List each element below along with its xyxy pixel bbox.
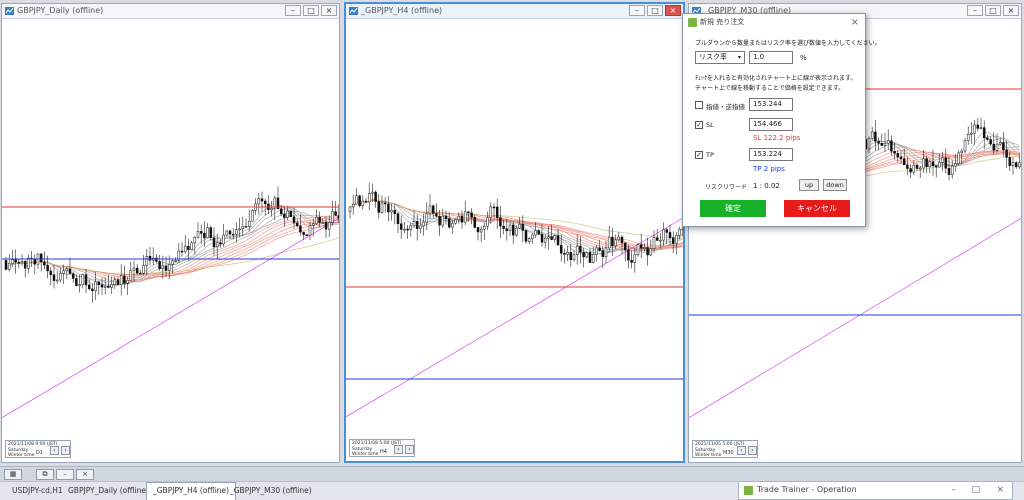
- maximize-icon[interactable]: □: [985, 5, 1001, 16]
- close-icon[interactable]: ×: [996, 482, 1004, 498]
- dialog-title: 新規 売り注文: [700, 18, 745, 26]
- app-icon: [744, 486, 753, 495]
- terminal-workspace: GBPJPY_Daily (offline) – □ × 2021/11/08 …: [0, 0, 1024, 500]
- restore-icon[interactable]: ⧉: [36, 469, 54, 480]
- window-titlebar[interactable]: _GBPJPY_H4 (offline) – □ ×: [346, 4, 683, 19]
- mdi-window-bar: ▦ ⧉ – ×: [0, 466, 1024, 481]
- entry-price-input[interactable]: 153.244: [749, 98, 793, 111]
- confirm-button[interactable]: 確定: [700, 200, 766, 217]
- dialog-instruction: プルダウンから数量またはリスク率を選び数値を入力してください。: [695, 40, 881, 47]
- step-forward-button[interactable]: ›: [748, 446, 757, 455]
- reward-value: 1 : 0.02: [753, 182, 780, 190]
- tab-gbpjpy-daily[interactable]: GBPJPY_Daily (offline): [62, 483, 155, 498]
- window-titlebar[interactable]: GBPJPY_Daily (offline) – □ ×: [2, 4, 339, 19]
- candlestick-plot: [346, 182, 683, 418]
- chevron-down-icon: ▾: [737, 54, 741, 61]
- tp-pips: TP 2 pips: [753, 165, 785, 173]
- close-icon[interactable]: ×: [76, 469, 94, 480]
- maximize-icon[interactable]: □: [303, 5, 319, 16]
- chart-app-icon: [5, 7, 14, 15]
- chart-timeframe: H4: [380, 448, 387, 455]
- chart-info-panel: 2021/11/08 9:00 (JST) Saturday Winter ti…: [5, 440, 71, 458]
- chart-window-h4[interactable]: _GBPJPY_H4 (offline) – □ × 2021/11/08 5:…: [344, 2, 685, 463]
- line-info-2: チャート上で線を移動することで価格を設定できます。: [695, 85, 845, 92]
- tab-gbpjpy-h4[interactable]: _GBPJPY_H4 (offline): [146, 482, 237, 500]
- close-icon[interactable]: ×: [1003, 5, 1019, 16]
- step-back-button[interactable]: ‹: [50, 446, 59, 455]
- up-button[interactable]: up: [799, 179, 819, 191]
- chart-info-panel: 2021/11/05 5:00 (JST) Saturday Winter ti…: [692, 440, 758, 458]
- step-back-button[interactable]: ‹: [394, 445, 403, 454]
- step-back-button[interactable]: ‹: [737, 446, 746, 455]
- entry-label: 指値・逆指値: [706, 103, 745, 111]
- tp-price-input[interactable]: 153.224: [749, 148, 793, 161]
- chart-timeframe: M30: [723, 449, 734, 456]
- down-button[interactable]: down: [823, 179, 847, 191]
- chart-info-panel: 2021/11/08 5:00 (JST) Saturday Winter ti…: [349, 439, 415, 457]
- tp-checkbox[interactable]: ✓: [695, 151, 703, 159]
- close-icon[interactable]: ×: [321, 5, 337, 16]
- close-icon[interactable]: ×: [851, 14, 859, 31]
- minimize-icon[interactable]: –: [56, 469, 74, 480]
- window-title: _GBPJPY_H4 (offline): [361, 6, 443, 15]
- entry-checkbox[interactable]: [695, 101, 703, 109]
- risk-unit: %: [800, 54, 807, 62]
- price-chart[interactable]: [346, 19, 683, 461]
- tab-gbpjpy-m30[interactable]: _GBPJPY_M30 (offline): [224, 483, 318, 498]
- trade-trainer-window[interactable]: Trade Trainer - Operation – □ ×: [738, 481, 1013, 500]
- line-info-1: ﾁｪｯｸを入れると有効化されチャート上に線が表示されます。: [695, 75, 857, 82]
- minimize-icon[interactable]: –: [629, 5, 645, 16]
- candles: [4, 186, 339, 303]
- chart-window-daily[interactable]: GBPJPY_Daily (offline) – □ × 2021/11/08 …: [1, 3, 340, 463]
- app-icon: [688, 18, 697, 27]
- chart-app-icon: [349, 7, 358, 15]
- maximize-icon[interactable]: □: [971, 482, 980, 498]
- close-icon[interactable]: ×: [665, 5, 681, 16]
- tp-label: TP: [706, 151, 714, 159]
- tab-usdjpy-h1[interactable]: USDJPY-cd,H1: [6, 483, 69, 498]
- maximize-icon[interactable]: □: [647, 5, 663, 16]
- step-forward-button[interactable]: ›: [61, 446, 70, 455]
- minimize-icon[interactable]: –: [952, 482, 957, 498]
- dialog-titlebar[interactable]: 新規 売り注文 ×: [683, 14, 865, 31]
- candlestick-plot: [2, 186, 339, 419]
- sl-label: SL: [706, 121, 714, 129]
- candles: [348, 182, 683, 273]
- sl-pips: SL 122.2 pips: [753, 134, 801, 142]
- mode-select-value: リスク率: [699, 53, 727, 61]
- minimize-icon[interactable]: –: [967, 5, 983, 16]
- risk-input[interactable]: 1.0: [749, 51, 793, 64]
- window-title: GBPJPY_Daily (offline): [17, 6, 104, 15]
- sell-order-dialog: 新規 売り注文 × プルダウンから数量またはリスク率を選び数値を入力してください…: [682, 13, 881, 227]
- chart-timeframe: D1: [36, 449, 44, 456]
- sl-price-input[interactable]: 154.466: [749, 118, 793, 131]
- price-chart[interactable]: [2, 19, 339, 462]
- step-forward-button[interactable]: ›: [405, 445, 414, 454]
- mode-select[interactable]: リスク率 ▾: [695, 51, 745, 64]
- cancel-button[interactable]: キャンセル: [784, 200, 850, 217]
- trainer-title: Trade Trainer - Operation: [757, 485, 857, 494]
- minimize-icon[interactable]: –: [285, 5, 301, 16]
- chart-app-icon[interactable]: ▦: [4, 469, 22, 480]
- reward-label: リスクリワード: [705, 184, 748, 191]
- sl-checkbox[interactable]: ✓: [695, 121, 703, 129]
